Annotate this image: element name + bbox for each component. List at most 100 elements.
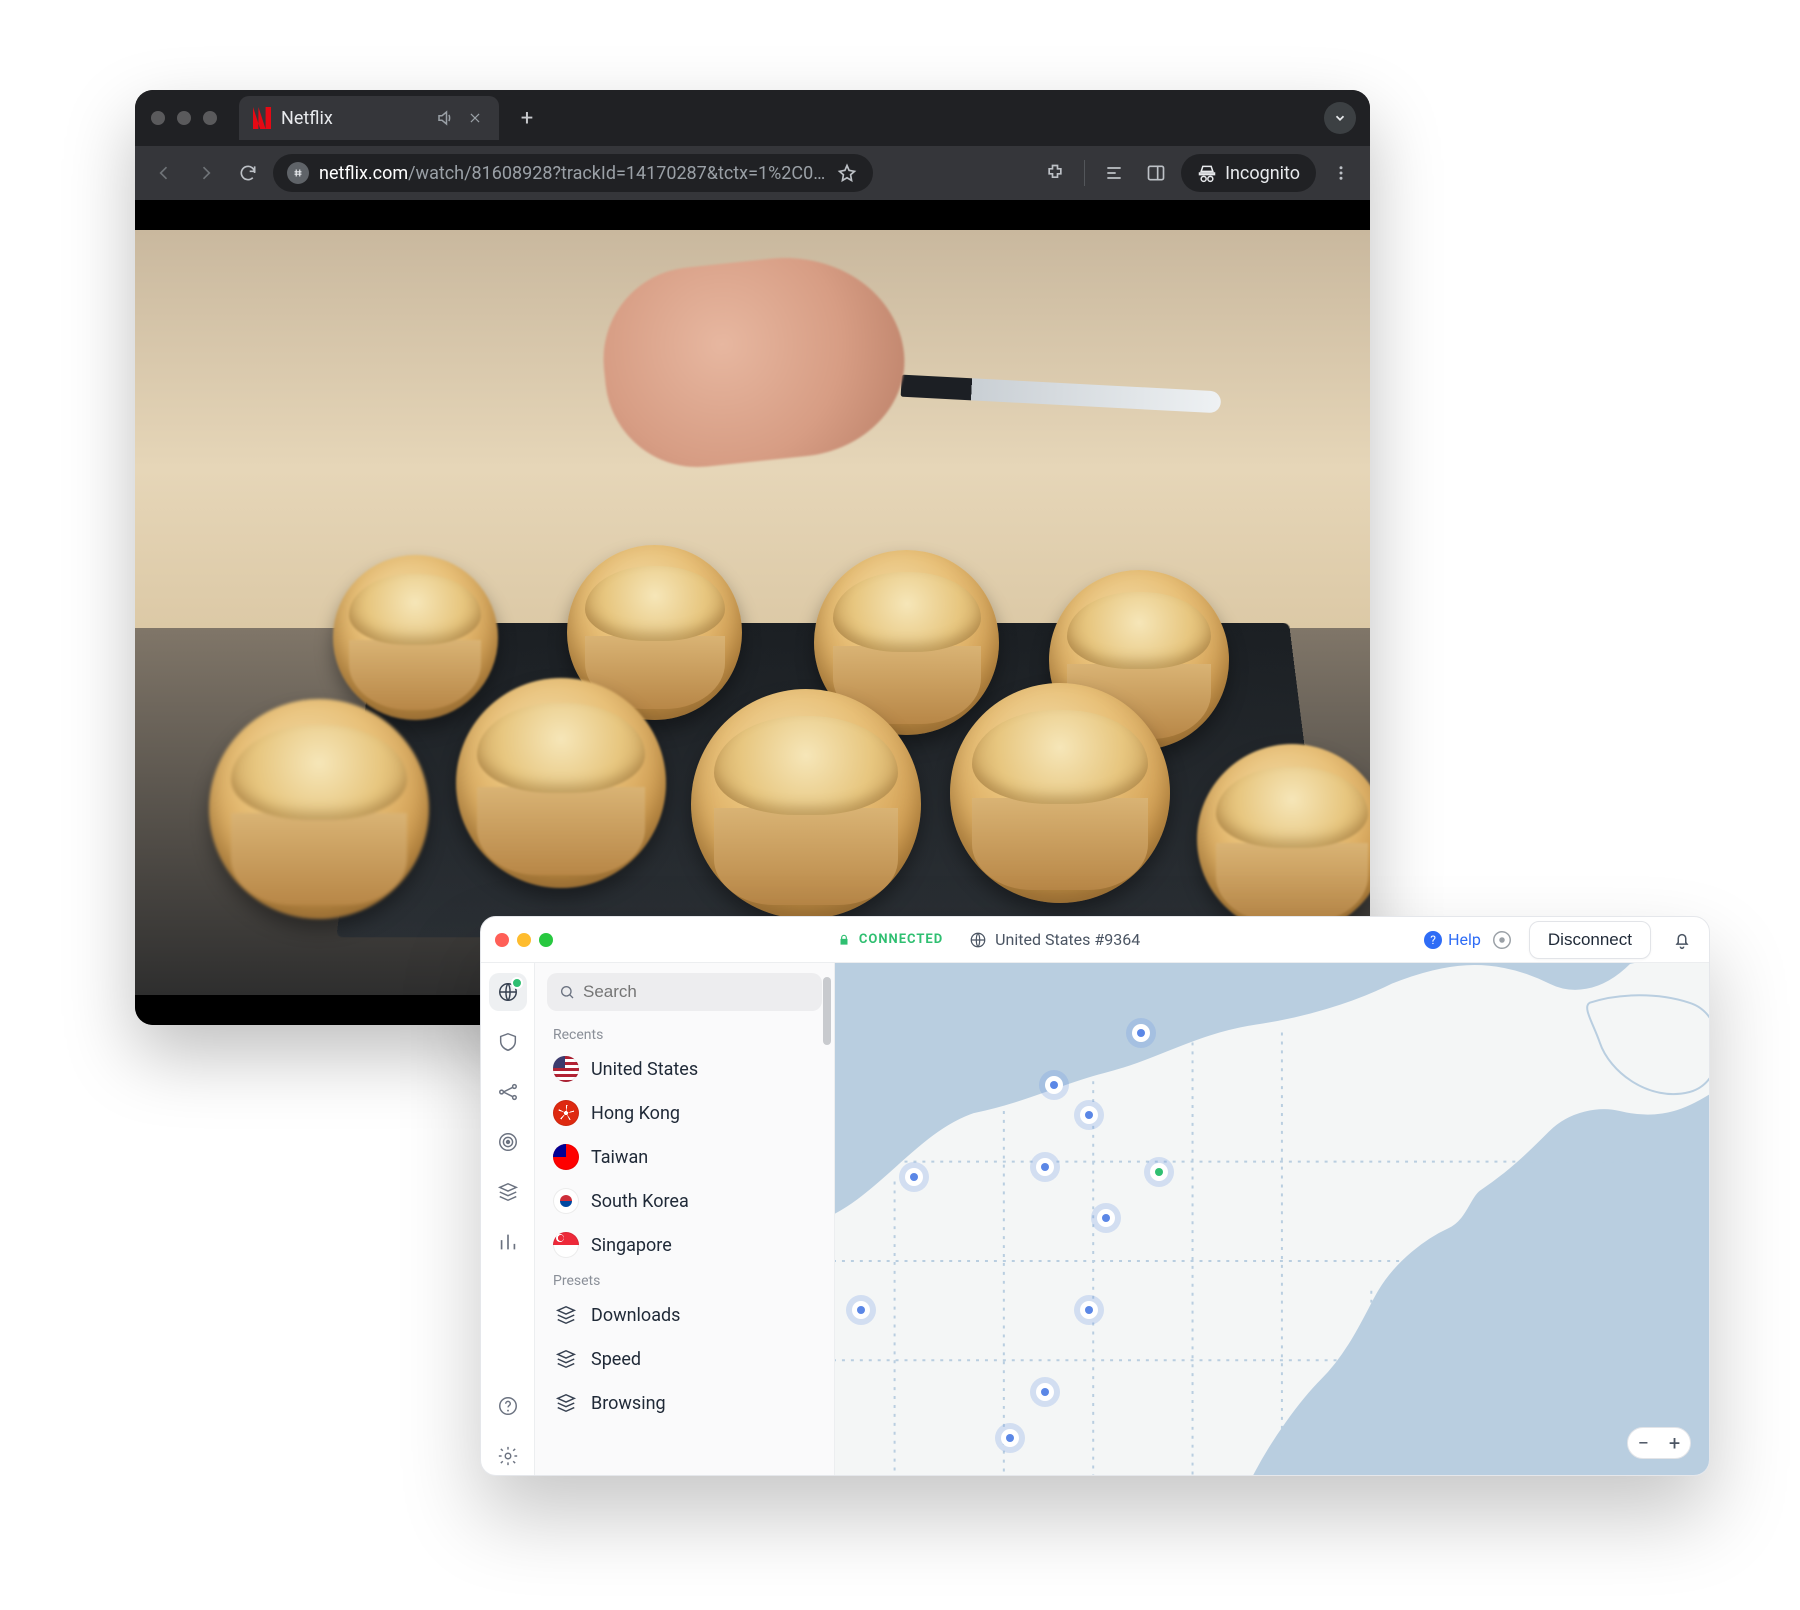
rail-threat-protection-icon[interactable]	[489, 1023, 527, 1061]
status-label: CONNECTED	[859, 932, 943, 947]
map-server-dot-connected[interactable]	[1150, 1163, 1168, 1181]
recent-item-hong-kong[interactable]: Hong Kong	[535, 1091, 834, 1135]
preset-item-downloads[interactable]: Downloads	[535, 1293, 834, 1337]
map-server-dot[interactable]	[905, 1168, 923, 1186]
window-fullscreen-button[interactable]	[539, 933, 553, 947]
preset-label: Downloads	[591, 1305, 680, 1326]
video-frame	[135, 230, 1370, 995]
nav-reload-button[interactable]	[231, 156, 265, 190]
preset-label: Browsing	[591, 1393, 666, 1414]
netflix-favicon	[253, 107, 271, 129]
tab-title: Netflix	[281, 108, 333, 129]
site-info-icon[interactable]	[287, 162, 309, 184]
video-player-area[interactable]	[135, 200, 1370, 1025]
notifications-icon[interactable]	[1669, 927, 1695, 953]
window-minimize-dot[interactable]	[177, 111, 191, 125]
new-tab-button[interactable]: +	[513, 104, 541, 132]
section-presets: Presets	[535, 1267, 834, 1293]
preset-item-speed[interactable]: Speed	[535, 1337, 834, 1381]
window-close-button[interactable]	[495, 933, 509, 947]
recent-item-south-korea[interactable]: South Korea	[535, 1179, 834, 1223]
recent-label: Taiwan	[591, 1147, 648, 1168]
map-server-dot[interactable]	[1045, 1076, 1063, 1094]
map-server-dot[interactable]	[1097, 1209, 1115, 1227]
toolbar-separator	[1084, 160, 1085, 186]
flag-singapore-icon	[553, 1232, 579, 1258]
extensions-icon[interactable]	[1038, 156, 1072, 190]
window-minimize-button[interactable]	[517, 933, 531, 947]
map-server-dot[interactable]	[1001, 1429, 1019, 1447]
browser-window: Netflix +	[135, 90, 1370, 1025]
vpn-title-bar: CONNECTED United States #9364 ? Help Dis…	[481, 917, 1709, 963]
search-icon	[559, 984, 575, 1000]
incognito-icon	[1197, 163, 1217, 183]
address-bar[interactable]: netflix.com/watch/81608928?trackId=14170…	[273, 154, 873, 192]
nav-back-button[interactable]	[147, 156, 181, 190]
map-server-dot[interactable]	[1080, 1301, 1098, 1319]
vpn-location-list: Recents United States Hong Kong Taiwan S…	[535, 963, 835, 1475]
rail-settings-icon[interactable]	[489, 1437, 527, 1475]
globe-icon	[969, 931, 987, 949]
flag-south-korea-icon	[553, 1188, 579, 1214]
search-input[interactable]	[583, 982, 810, 1002]
bookmark-star-icon[interactable]	[835, 161, 859, 185]
scroll-indicator[interactable]	[823, 977, 831, 1045]
flag-united-states-icon	[553, 1056, 579, 1082]
map-server-dot[interactable]	[1036, 1383, 1054, 1401]
vpn-app-window: CONNECTED United States #9364 ? Help Dis…	[480, 916, 1710, 1476]
rail-stats-icon[interactable]	[489, 1223, 527, 1261]
preset-stack-icon	[553, 1302, 579, 1328]
rail-meshnet-icon[interactable]	[489, 1073, 527, 1111]
map-server-dot[interactable]	[1036, 1158, 1054, 1176]
zoom-out-button[interactable]: −	[1638, 1431, 1649, 1455]
recent-label: Hong Kong	[591, 1103, 680, 1124]
recent-label: South Korea	[591, 1191, 689, 1212]
tab-audio-icon[interactable]	[435, 108, 455, 128]
recent-item-singapore[interactable]: Singapore	[535, 1223, 834, 1267]
server-label: United States #9364	[995, 930, 1140, 949]
zoom-in-button[interactable]: +	[1669, 1431, 1680, 1455]
vpn-sidebar-rail	[481, 963, 535, 1475]
rail-countries-icon[interactable]	[489, 973, 527, 1011]
map-server-dot[interactable]	[1080, 1106, 1098, 1124]
incognito-label: Incognito	[1225, 163, 1300, 184]
connection-status: CONNECTED	[837, 930, 943, 949]
url-host: netflix.com	[319, 163, 408, 184]
sidepanel-icon[interactable]	[1139, 156, 1173, 190]
browser-tab-active[interactable]: Netflix	[239, 96, 499, 140]
recent-item-taiwan[interactable]: Taiwan	[535, 1135, 834, 1179]
recent-item-united-states[interactable]: United States	[535, 1047, 834, 1091]
reading-list-icon[interactable]	[1097, 156, 1131, 190]
vpn-map[interactable]: − +	[835, 963, 1709, 1475]
autoconnect-icon[interactable]	[1489, 927, 1515, 953]
map-land	[835, 963, 1709, 1475]
browser-menu-icon[interactable]	[1324, 156, 1358, 190]
preset-label: Speed	[591, 1349, 641, 1370]
rail-presets-icon[interactable]	[489, 1173, 527, 1211]
window-traffic-lights	[145, 111, 227, 125]
rail-support-icon[interactable]	[489, 1387, 527, 1425]
window-close-dot[interactable]	[151, 111, 165, 125]
browser-tab-bar: Netflix +	[135, 90, 1370, 146]
flag-hong-kong-icon	[553, 1100, 579, 1126]
disconnect-button[interactable]: Disconnect	[1529, 921, 1651, 959]
connected-server[interactable]: United States #9364	[969, 930, 1140, 949]
lock-icon	[837, 933, 851, 947]
recent-label: United States	[591, 1059, 698, 1080]
incognito-indicator[interactable]: Incognito	[1181, 154, 1316, 192]
tab-overflow-button[interactable]	[1324, 102, 1356, 134]
rail-darkweb-icon[interactable]	[489, 1123, 527, 1161]
browser-toolbar: netflix.com/watch/81608928?trackId=14170…	[135, 146, 1370, 200]
help-label: Help	[1448, 930, 1481, 949]
preset-stack-icon	[553, 1390, 579, 1416]
tab-close-icon[interactable]	[465, 108, 485, 128]
section-recents: Recents	[535, 1021, 834, 1047]
map-zoom-control: − +	[1627, 1427, 1691, 1459]
window-zoom-dot[interactable]	[203, 111, 217, 125]
recent-label: Singapore	[591, 1235, 672, 1256]
help-link[interactable]: ? Help	[1424, 930, 1481, 949]
help-badge-icon: ?	[1424, 931, 1442, 949]
search-field[interactable]	[547, 973, 822, 1011]
preset-item-browsing[interactable]: Browsing	[535, 1381, 834, 1425]
nav-forward-button[interactable]	[189, 156, 223, 190]
